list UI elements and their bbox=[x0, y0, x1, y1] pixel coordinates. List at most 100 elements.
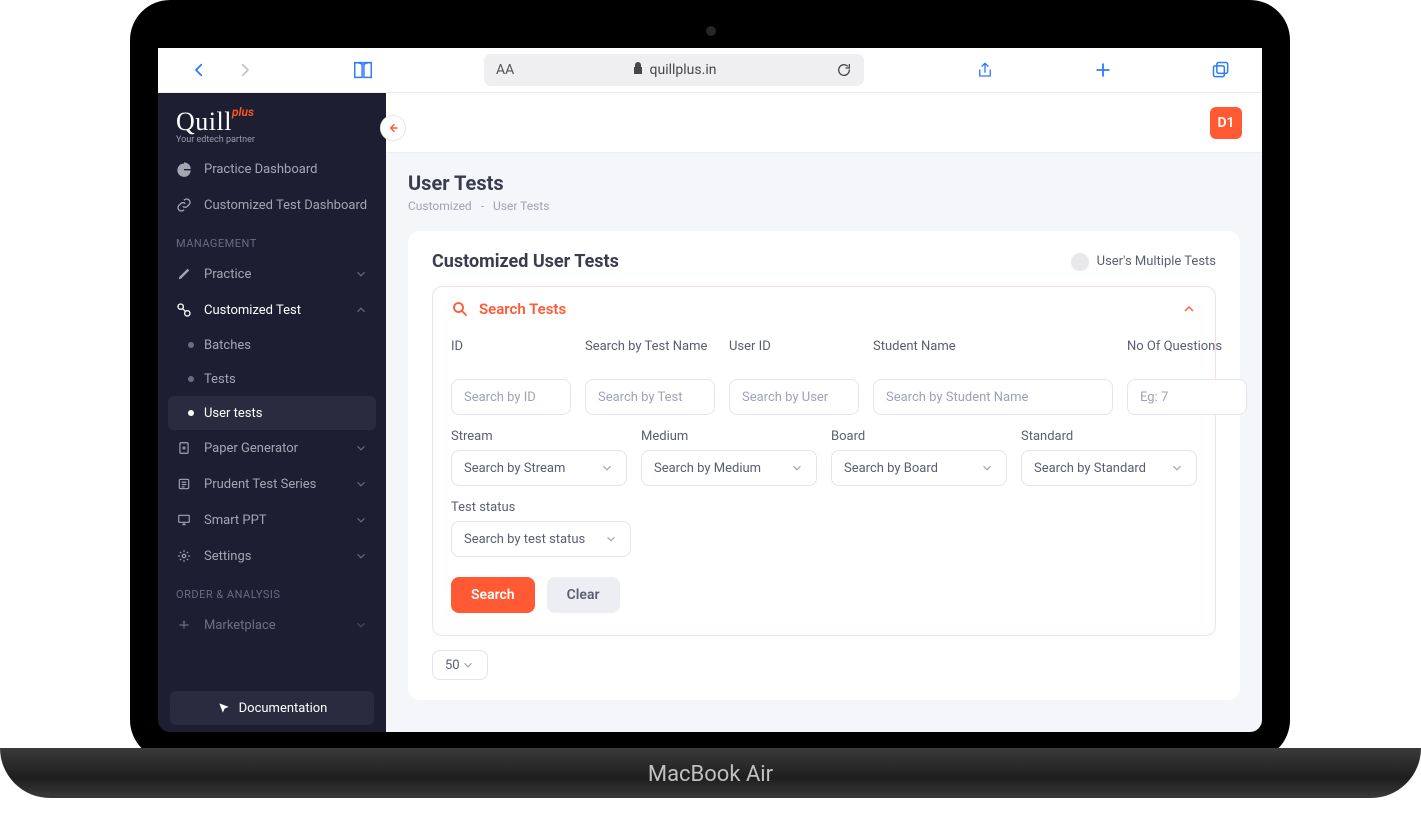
sidebar-item-label: Customized Test Dashboard bbox=[204, 198, 367, 213]
no-of-questions-input[interactable] bbox=[1127, 379, 1247, 415]
sidebar-item-label: Practice bbox=[204, 267, 251, 282]
standard-label: Standard bbox=[1021, 429, 1197, 444]
sidebar-item-prudent-test-series[interactable]: Prudent Test Series bbox=[158, 466, 386, 502]
sidebar-item-marketplace[interactable]: Marketplace bbox=[158, 607, 386, 643]
stream-select[interactable]: Search by Stream bbox=[451, 450, 627, 486]
chevron-down-icon bbox=[790, 461, 804, 475]
chevron-up-icon bbox=[354, 303, 368, 317]
browser-back-button[interactable] bbox=[182, 53, 216, 87]
sidebar-item-settings[interactable]: Settings bbox=[158, 538, 386, 574]
id-label: ID bbox=[451, 339, 571, 373]
sidebar-sub-label: Tests bbox=[204, 372, 236, 387]
no-of-questions-label: No Of Questions bbox=[1127, 339, 1247, 373]
chevron-down-icon bbox=[1170, 461, 1184, 475]
search-tests-panel: Search Tests ID Search by Test Name bbox=[432, 286, 1216, 636]
board-select[interactable]: Search by Board bbox=[831, 450, 1007, 486]
search-panel-header[interactable]: Search Tests bbox=[433, 287, 1215, 331]
sidebar-item-label: Prudent Test Series bbox=[204, 477, 316, 492]
new-tab-icon[interactable] bbox=[1086, 53, 1120, 87]
sidebar-item-practice-dashboard[interactable]: Practice Dashboard bbox=[158, 151, 386, 187]
sidebar-sub-user-tests[interactable]: User tests bbox=[168, 396, 376, 430]
chevron-up-icon bbox=[1181, 301, 1197, 317]
breadcrumb-item[interactable]: Customized bbox=[408, 199, 472, 213]
sidebar-item-label: Smart PPT bbox=[204, 513, 267, 528]
medium-label: Medium bbox=[641, 429, 817, 444]
page-size-select[interactable]: 50 bbox=[432, 650, 488, 680]
marketplace-icon bbox=[176, 617, 192, 633]
documentation-button[interactable]: Documentation bbox=[170, 691, 374, 725]
app-header: D1 bbox=[386, 93, 1262, 153]
clear-button[interactable]: Clear bbox=[547, 577, 620, 613]
sidebar-item-label: Paper Generator bbox=[204, 441, 298, 456]
cloud-download-icon bbox=[1071, 253, 1089, 271]
list-icon bbox=[176, 476, 192, 492]
camera-dot bbox=[706, 26, 716, 36]
reader-icon[interactable] bbox=[346, 53, 380, 87]
customized-test-icon bbox=[176, 302, 192, 318]
sidebar-item-smart-ppt[interactable]: Smart PPT bbox=[158, 502, 386, 538]
paper-icon bbox=[176, 440, 192, 456]
user-id-input[interactable] bbox=[729, 379, 859, 415]
gear-icon bbox=[176, 548, 192, 564]
user-tests-card: Customized User Tests User's Multiple Te… bbox=[408, 231, 1240, 700]
chevron-down-icon bbox=[980, 461, 994, 475]
sidebar-item-label: Practice Dashboard bbox=[204, 162, 317, 177]
sidebar-sub-label: User tests bbox=[204, 406, 262, 421]
sidebar-item-label: Settings bbox=[204, 549, 251, 564]
test-status-select[interactable]: Search by test status bbox=[451, 521, 631, 557]
medium-select[interactable]: Search by Medium bbox=[641, 450, 817, 486]
browser-toolbar: AA quillplus.in bbox=[158, 47, 1262, 93]
test-name-label: Search by Test Name bbox=[585, 339, 715, 373]
standard-select[interactable]: Search by Standard bbox=[1021, 450, 1197, 486]
sidebar-sub-batches[interactable]: Batches bbox=[158, 328, 386, 362]
page-title: User Tests bbox=[408, 171, 1240, 195]
test-status-label: Test status bbox=[451, 500, 1197, 515]
user-id-label: User ID bbox=[729, 339, 859, 373]
lock-icon bbox=[632, 61, 644, 79]
sidebar-item-paper-generator[interactable]: Paper Generator bbox=[158, 430, 386, 466]
sidebar-item-label: Customized Test bbox=[204, 303, 301, 318]
cursor-icon bbox=[217, 701, 231, 715]
chevron-down-icon bbox=[354, 513, 368, 527]
sidebar: Quillplus Your edtech partner Practice D… bbox=[158, 93, 386, 737]
browser-forward-button[interactable] bbox=[228, 53, 262, 87]
sidebar-collapse-button[interactable] bbox=[380, 115, 406, 141]
tabs-icon[interactable] bbox=[1204, 53, 1238, 87]
sidebar-sub-tests[interactable]: Tests bbox=[158, 362, 386, 396]
sidebar-item-customized-test-dashboard[interactable]: Customized Test Dashboard bbox=[158, 187, 386, 223]
chevron-down-icon bbox=[354, 618, 368, 632]
sidebar-section-order: ORDER & ANALYSIS bbox=[158, 574, 386, 607]
sidebar-item-label: Marketplace bbox=[204, 618, 276, 633]
share-icon[interactable] bbox=[968, 53, 1002, 87]
laptop-model-label: MacBook Air bbox=[0, 762, 1421, 787]
search-panel-title: Search Tests bbox=[479, 300, 566, 318]
breadcrumb-item: User Tests bbox=[493, 199, 549, 213]
chevron-down-icon bbox=[354, 549, 368, 563]
sidebar-sub-label: Batches bbox=[204, 338, 251, 353]
sidebar-item-practice[interactable]: Practice bbox=[158, 256, 386, 292]
board-label: Board bbox=[831, 429, 1007, 444]
student-name-input[interactable] bbox=[873, 379, 1113, 415]
sidebar-item-customized-test[interactable]: Customized Test bbox=[158, 292, 386, 328]
id-input[interactable] bbox=[451, 379, 571, 415]
sidebar-section-management: MANAGEMENT bbox=[158, 223, 386, 256]
pencil-icon bbox=[176, 266, 192, 282]
monitor-icon bbox=[176, 512, 192, 528]
search-button[interactable]: Search bbox=[451, 577, 535, 613]
student-name-label: Student Name bbox=[873, 339, 1113, 373]
pie-chart-icon bbox=[176, 161, 192, 177]
user-avatar[interactable]: D1 bbox=[1210, 107, 1242, 139]
test-name-input[interactable] bbox=[585, 379, 715, 415]
reload-icon[interactable] bbox=[836, 62, 852, 78]
chevron-down-icon bbox=[600, 461, 614, 475]
chevron-down-icon bbox=[354, 267, 368, 281]
app-logo: Quillplus Your edtech partner bbox=[158, 93, 386, 151]
search-icon bbox=[451, 300, 469, 318]
link-icon bbox=[176, 197, 192, 213]
card-title: Customized User Tests bbox=[432, 251, 619, 272]
chevron-down-icon bbox=[604, 532, 618, 546]
breadcrumb: Customized - User Tests bbox=[408, 199, 1240, 213]
chevron-down-icon bbox=[354, 441, 368, 455]
address-bar[interactable]: AA quillplus.in bbox=[484, 54, 864, 86]
users-multiple-tests-link[interactable]: User's Multiple Tests bbox=[1071, 253, 1216, 271]
